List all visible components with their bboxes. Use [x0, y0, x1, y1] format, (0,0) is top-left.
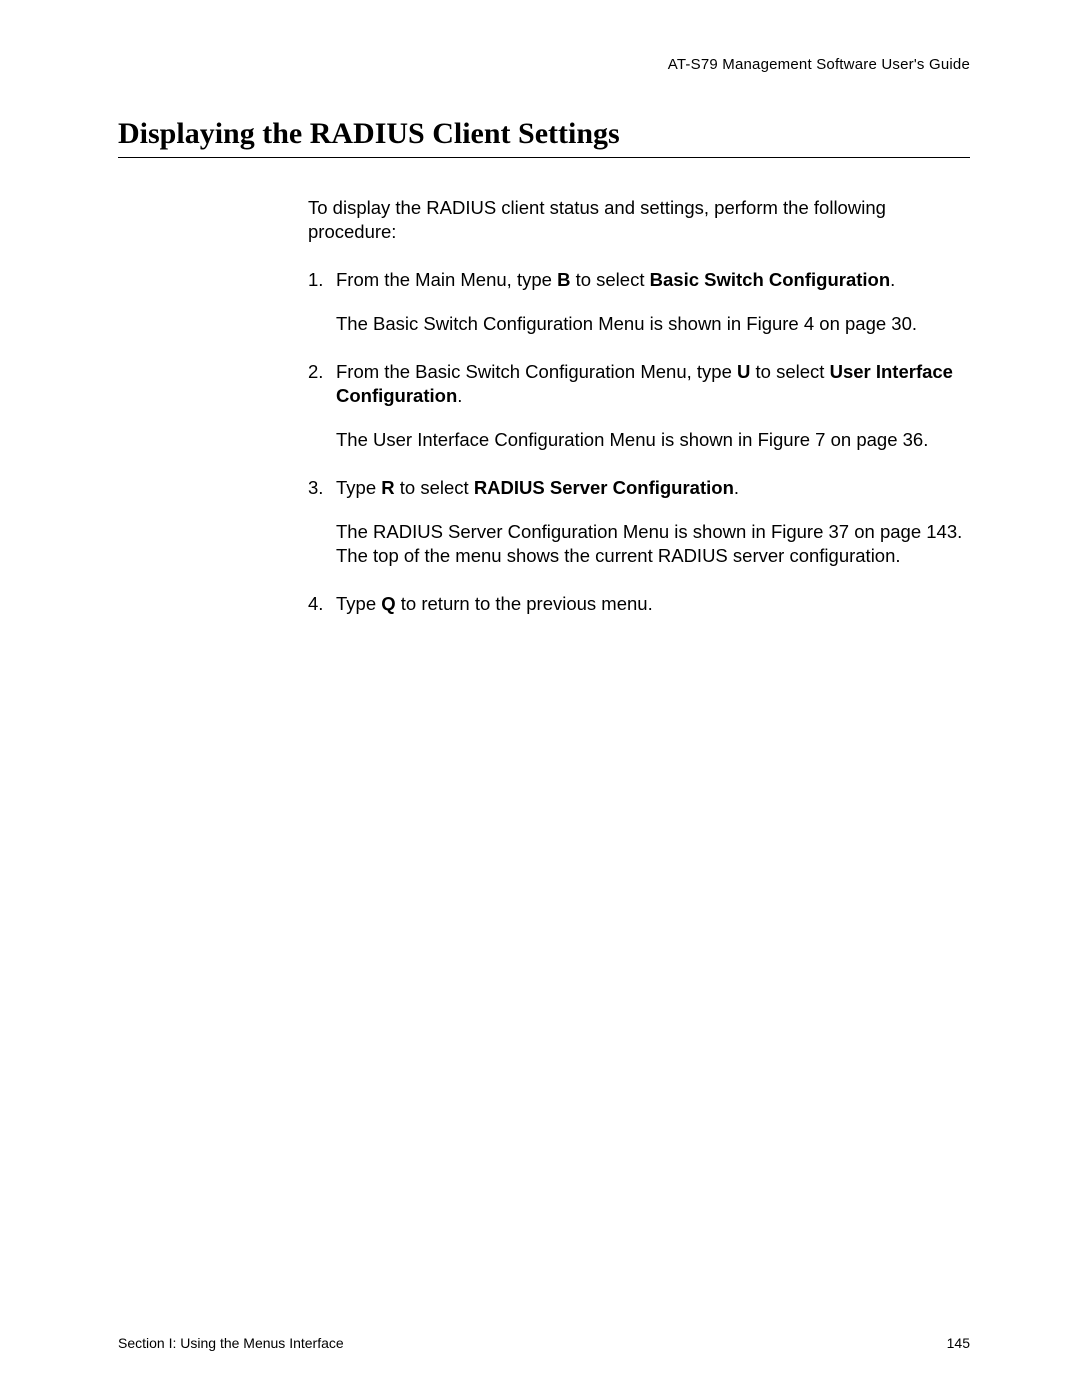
step-3-number: 3. — [308, 476, 336, 500]
step-2-post: . — [457, 385, 462, 406]
section-title: Displaying the RADIUS Client Settings — [118, 117, 970, 151]
step-3-pre: Type — [336, 477, 381, 498]
step-4-pre: Type — [336, 593, 381, 614]
title-rule — [118, 157, 970, 158]
step-1-post: . — [890, 269, 895, 290]
step-1-followup: The Basic Switch Configuration Menu is s… — [336, 312, 970, 336]
document-page: AT-S79 Management Software User's Guide … — [0, 0, 1080, 1397]
step-2-text: From the Basic Switch Configuration Menu… — [336, 360, 970, 408]
step-1-pre: From the Main Menu, type — [336, 269, 557, 290]
footer-page-number: 145 — [947, 1335, 970, 1351]
step-1-text: From the Main Menu, type B to select Bas… — [336, 268, 970, 292]
page-footer: Section I: Using the Menus Interface 145 — [118, 1335, 970, 1351]
step-3-key: R — [381, 477, 394, 498]
body-column: To display the RADIUS client status and … — [308, 196, 970, 617]
step-2-key: U — [737, 361, 750, 382]
step-3: 3. Type R to select RADIUS Server Config… — [308, 476, 970, 500]
step-1-number: 1. — [308, 268, 336, 292]
step-1-key: B — [557, 269, 570, 290]
step-3-followup: The RADIUS Server Configuration Menu is … — [336, 520, 970, 568]
step-1-mid: to select — [570, 269, 649, 290]
step-2-pre: From the Basic Switch Configuration Menu… — [336, 361, 737, 382]
step-3-bold: RADIUS Server Configuration — [474, 477, 734, 498]
step-1: 1. From the Main Menu, type B to select … — [308, 268, 970, 292]
step-2-followup: The User Interface Configuration Menu is… — [336, 428, 970, 452]
step-4: 4. Type Q to return to the previous menu… — [308, 592, 970, 616]
step-4-number: 4. — [308, 592, 336, 616]
step-2: 2. From the Basic Switch Configuration M… — [308, 360, 970, 408]
step-1-bold: Basic Switch Configuration — [650, 269, 891, 290]
step-4-key: Q — [381, 593, 395, 614]
step-2-number: 2. — [308, 360, 336, 408]
step-3-mid: to select — [395, 477, 474, 498]
step-4-mid: to return to the previous menu. — [396, 593, 653, 614]
step-3-text: Type R to select RADIUS Server Configura… — [336, 476, 970, 500]
step-2-mid: to select — [750, 361, 829, 382]
step-3-post: . — [734, 477, 739, 498]
running-header: AT-S79 Management Software User's Guide — [118, 56, 970, 73]
intro-paragraph: To display the RADIUS client status and … — [308, 196, 970, 244]
footer-section-label: Section I: Using the Menus Interface — [118, 1335, 344, 1351]
step-4-text: Type Q to return to the previous menu. — [336, 592, 970, 616]
